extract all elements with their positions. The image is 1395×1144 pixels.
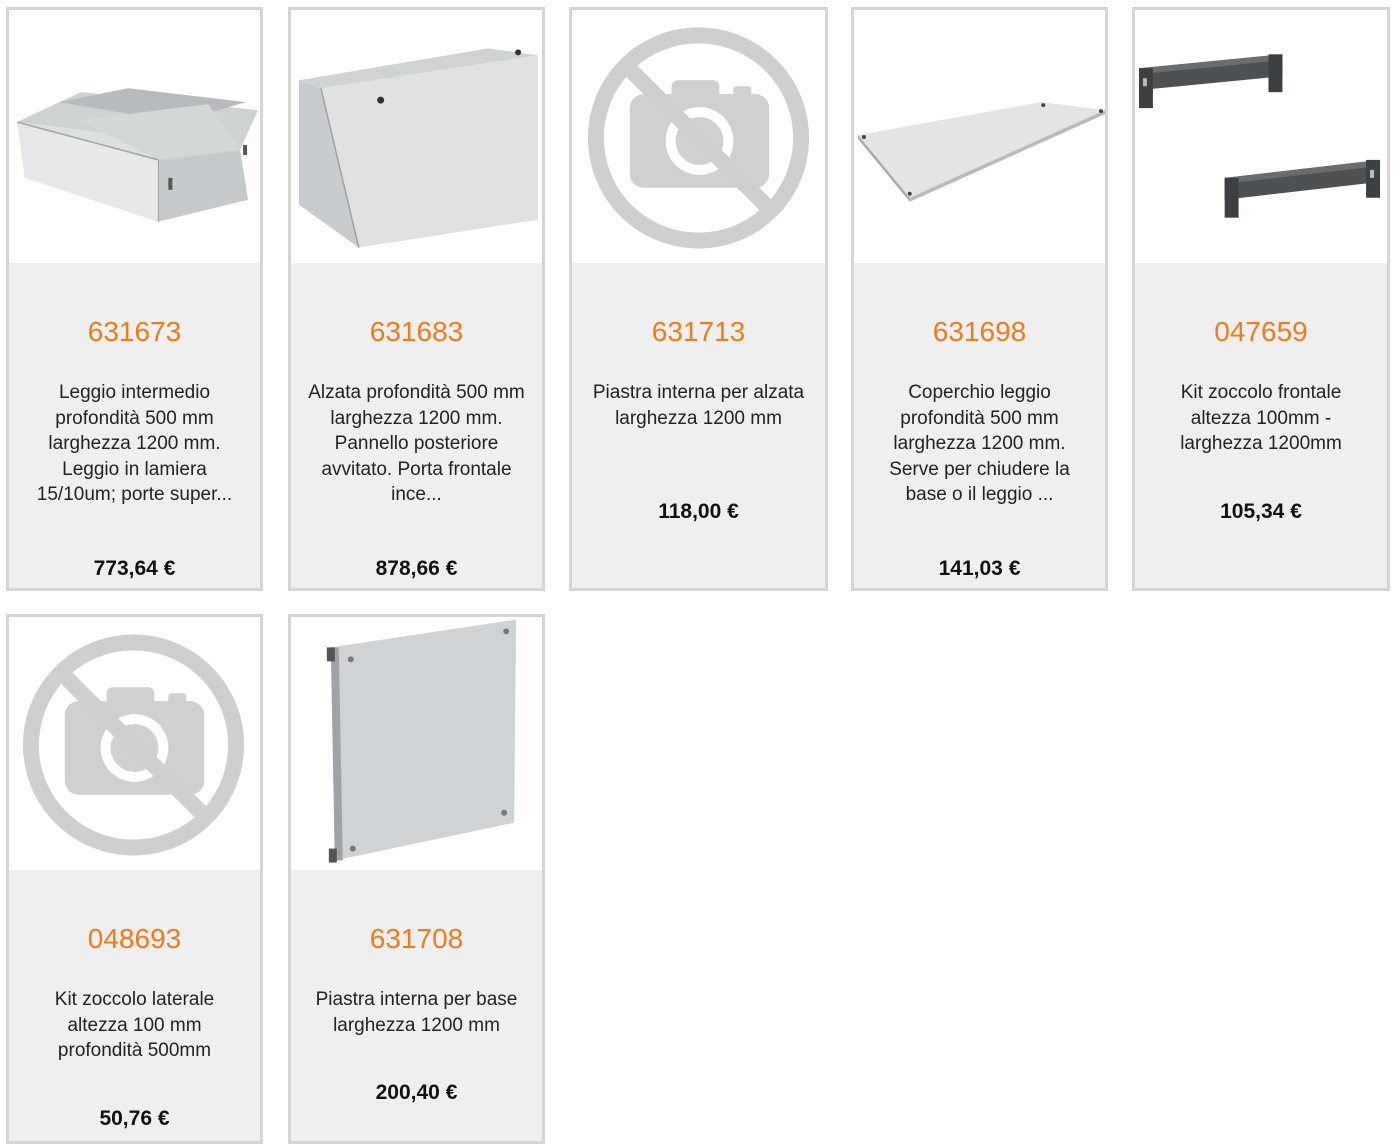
product-card[interactable]: 631708 Piastra interna per base larghezz…: [288, 614, 545, 1144]
product-description: Kit zoccolo laterale altezza 100 mm prof…: [54, 989, 215, 1061]
product-code[interactable]: 631683: [291, 315, 542, 349]
product-price: 878,66 €: [375, 557, 458, 580]
product-card[interactable]: 047659 Kit zoccolo frontale altezza 100m…: [1132, 7, 1390, 591]
product-image[interactable]: [1135, 10, 1387, 263]
product-price: 141,03 €: [938, 557, 1021, 580]
product-description: Piastra interna per alzata larghezza 120…: [592, 382, 805, 429]
product-price: 118,00 €: [658, 500, 739, 523]
cover-panel-icon: [857, 102, 1105, 202]
product-price: 773,64 €: [93, 557, 176, 580]
product-card[interactable]: 631698 Coperchio leggio profondità 500 m…: [851, 7, 1108, 591]
product-image[interactable]: [854, 10, 1105, 263]
product-card[interactable]: 048693 Kit zoccolo laterale altezza 100 …: [6, 614, 263, 1144]
product-code[interactable]: 047659: [1135, 315, 1387, 349]
product-image[interactable]: [291, 617, 542, 870]
product-description: Alzata profondità 500 mm larghezza 1200 …: [308, 382, 525, 505]
product-code[interactable]: 048693: [9, 922, 260, 956]
product-image[interactable]: [291, 10, 542, 263]
product-code[interactable]: 631698: [854, 315, 1105, 349]
product-description: Leggio intermedio profondità 500 mm larg…: [36, 382, 233, 505]
product-card[interactable]: 631673 Leggio intermedio profondità 500 …: [6, 7, 263, 591]
product-image[interactable]: [572, 10, 825, 263]
product-image[interactable]: [9, 617, 260, 870]
product-price: 200,40 €: [375, 1081, 458, 1104]
product-description: Piastra interna per base larghezza 1200 …: [315, 989, 518, 1036]
plinth-kit-icon: [1138, 54, 1381, 218]
console-desk-icon: [16, 88, 259, 222]
product-price: 105,34 €: [1220, 500, 1302, 523]
product-card[interactable]: 631713 Piastra interna per alzata larghe…: [569, 7, 828, 591]
mounting-plate-icon: [326, 619, 517, 863]
product-code[interactable]: 631708: [291, 922, 542, 956]
product-code[interactable]: 631713: [572, 315, 825, 349]
product-code[interactable]: 631673: [9, 315, 260, 349]
product-card[interactable]: 631683 Alzata profondità 500 mm larghezz…: [288, 7, 545, 591]
no-image-icon: [587, 27, 810, 249]
no-image-icon: [22, 634, 245, 856]
enclosure-riser-icon: [298, 48, 539, 248]
product-description: Coperchio leggio profondità 500 mm largh…: [889, 382, 1070, 505]
product-price: 50,76 €: [99, 1107, 170, 1130]
product-description: Kit zoccolo frontale altezza 100mm - lar…: [1180, 382, 1342, 454]
product-image[interactable]: [9, 10, 260, 263]
